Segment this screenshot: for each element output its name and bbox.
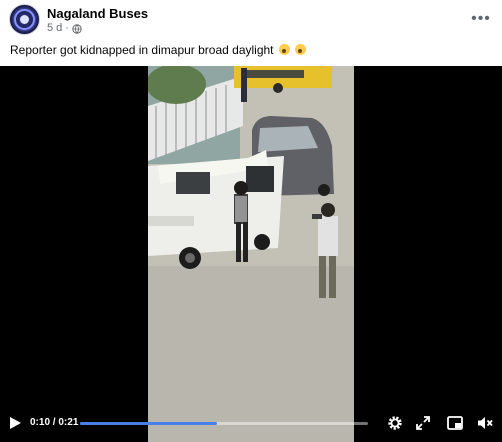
avatar-logo-core xyxy=(20,15,29,24)
expand-arrows-icon[interactable] xyxy=(414,414,432,432)
page-avatar[interactable] xyxy=(9,4,40,35)
page-name-link[interactable]: Nagaland Buses xyxy=(47,6,148,21)
video-frame-image xyxy=(148,66,354,442)
play-icon[interactable] xyxy=(8,416,22,430)
astonished-face-emoji-icon xyxy=(295,44,307,55)
progress-bar[interactable] xyxy=(80,422,368,425)
astonished-face-emoji-icon xyxy=(278,44,290,55)
caption-text: Reporter got kidnapped in dimapur broad … xyxy=(10,43,274,57)
video-scene-illustration xyxy=(148,66,354,442)
post-caption: Reporter got kidnapped in dimapur broad … xyxy=(10,43,307,57)
post-age[interactable]: 5 d xyxy=(47,22,62,35)
video-time-display: 0:10 / 0:21 xyxy=(30,417,78,429)
more-options-icon: ••• xyxy=(471,10,491,27)
meta-separator: · xyxy=(65,22,69,34)
speaker-muted-icon[interactable] xyxy=(476,414,494,432)
more-options-button[interactable]: ••• xyxy=(468,6,494,32)
video-controls: 0:10 / 0:21 xyxy=(0,404,502,442)
picture-in-picture-icon[interactable] xyxy=(446,414,464,432)
gear-icon[interactable] xyxy=(386,414,404,432)
post-meta: 5 d · xyxy=(47,22,82,35)
post-header: Nagaland Buses 5 d · ••• xyxy=(0,0,502,40)
video-player[interactable] xyxy=(0,66,502,442)
current-time: 0:10 xyxy=(30,417,51,428)
globe-icon xyxy=(72,23,82,34)
progress-fill xyxy=(80,422,218,425)
duration: 0:21 xyxy=(58,417,79,428)
